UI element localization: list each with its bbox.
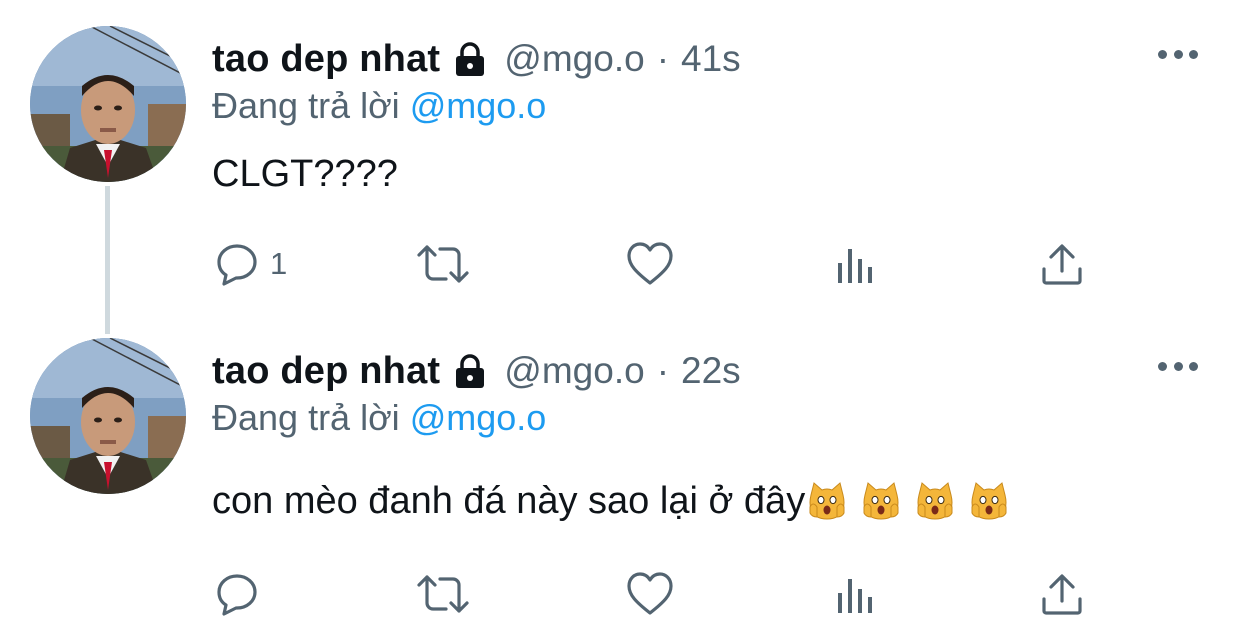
timestamp[interactable]: 22s: [681, 350, 741, 392]
replying-prefix: Đang trả lời: [212, 85, 400, 126]
analytics-icon: [838, 249, 872, 283]
author-handle[interactable]: @mgo.o: [504, 38, 644, 80]
separator: ·: [656, 350, 670, 391]
analytics-icon: [838, 579, 872, 613]
weary-cat-icon: [809, 482, 845, 520]
reply-button[interactable]: [214, 570, 270, 618]
replying-to: Đang trả lời @mgo.o: [212, 397, 546, 439]
like-button[interactable]: [626, 570, 674, 618]
reply-icon: [217, 574, 257, 616]
author-name[interactable]: tao dep nhat: [212, 350, 440, 393]
avatar-image: [30, 26, 186, 182]
retweet-button[interactable]: [416, 240, 470, 288]
tweet-text: CLGT????: [212, 153, 398, 195]
tweet-header: tao dep nhat @mgo.o · 41s: [212, 36, 741, 82]
share-icon: [1042, 244, 1082, 285]
reply-count: 1: [270, 246, 288, 281]
tweet[interactable]: tao dep nhat @mgo.o · 22s Đang trả lời @…: [0, 312, 1242, 629]
tweet-body: con mèo đanh đá này sao lại ở đây: [212, 480, 1009, 523]
weary-cat-icon: [863, 482, 899, 520]
reply-button[interactable]: 1: [214, 240, 287, 288]
tweet[interactable]: tao dep nhat @mgo.o · 41s Đang trả lời @…: [0, 0, 1242, 334]
retweet-icon: [417, 245, 469, 283]
replying-prefix: Đang trả lời: [212, 397, 400, 438]
avatar[interactable]: [30, 338, 186, 494]
like-button[interactable]: [626, 240, 674, 288]
analytics-button[interactable]: [835, 240, 879, 288]
replying-to: Đang trả lời @mgo.o: [212, 85, 546, 127]
replying-mention[interactable]: @mgo.o: [410, 85, 547, 126]
weary-cat-icon: [917, 482, 953, 520]
author-handle[interactable]: @mgo.o: [504, 350, 644, 392]
lock-icon: [452, 41, 488, 77]
separator: ·: [656, 38, 670, 79]
tweet-actions: [212, 570, 1092, 618]
tweet-actions: 1: [212, 240, 1092, 288]
weary-cat-icon: [971, 482, 1007, 520]
replying-mention[interactable]: @mgo.o: [410, 397, 547, 438]
share-button[interactable]: [1040, 570, 1084, 618]
lock-icon: [452, 353, 488, 389]
retweet-icon: [417, 575, 469, 613]
share-icon: [1042, 574, 1082, 615]
timestamp[interactable]: 41s: [681, 38, 741, 80]
emoji-row: [807, 480, 1009, 522]
more-options-icon[interactable]: [1158, 42, 1198, 66]
share-button[interactable]: [1040, 240, 1084, 288]
heart-icon: [627, 242, 673, 285]
retweet-button[interactable]: [416, 570, 470, 618]
avatar-image: [30, 338, 186, 494]
analytics-button[interactable]: [835, 570, 879, 618]
author-name[interactable]: tao dep nhat: [212, 38, 440, 81]
reply-icon: [217, 244, 257, 286]
avatar[interactable]: [30, 26, 186, 182]
heart-icon: [627, 572, 673, 615]
more-options-icon[interactable]: [1158, 354, 1198, 378]
tweet-text: con mèo đanh đá này sao lại ở đây: [212, 480, 806, 522]
tweet-header: tao dep nhat @mgo.o · 22s: [212, 348, 741, 394]
